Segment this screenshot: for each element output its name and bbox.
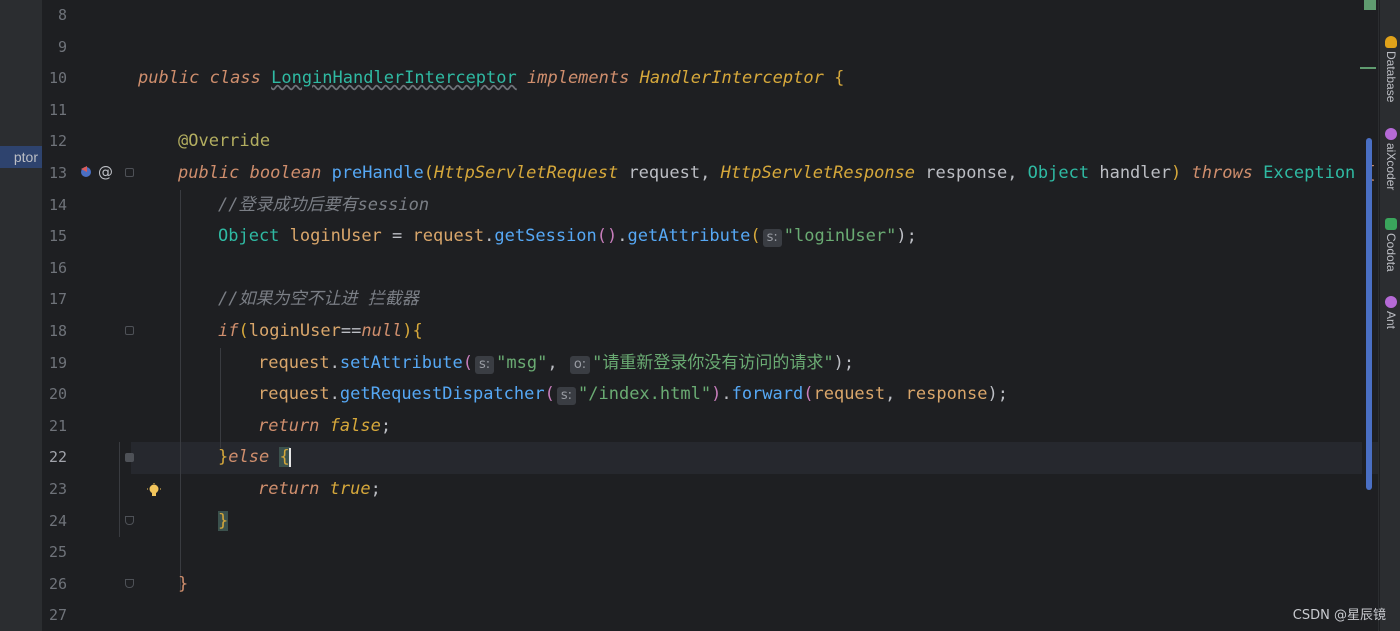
text-caret [288,447,291,467]
line-number: 10 [48,69,67,88]
code-line-10: public class LonginHandlerInterceptor im… [138,68,845,89]
ant-icon [1385,296,1397,308]
code-line-12: @Override [178,131,271,152]
code-line-15: Object loginUser = request.getSession().… [218,226,917,248]
line-number: 19 [48,353,67,372]
error-stripe-marker[interactable] [1360,67,1376,69]
indent-guide [180,190,181,590]
code-line-18: if(loginUser==null){ [218,321,423,341]
aixcoder-icon [1385,128,1397,140]
indent-guide [220,348,221,448]
code-line-21: return false; [258,415,392,436]
code-line-14: //登录成功后要有session [218,194,430,215]
line-number: 18 [48,322,67,340]
fold-toggle-icon[interactable] [125,326,134,335]
project-item-interceptor[interactable]: ptor [0,146,42,168]
right-tool-strip: Database aiXcoder Codota Ant [1379,0,1400,631]
code-line-26: } [178,573,189,594]
line-number-current: 22 [48,448,67,467]
code-line-19: request.setAttribute(s: "msg", o: "请重新登录你没… [258,352,855,374]
line-number: 17 [48,290,67,309]
line-number: 21 [48,416,67,435]
line-number: 12 [48,132,67,151]
line-gutter[interactable]: 8 9 10 11 12 13 14 15 16 17 18 19 20 21 … [43,0,161,631]
tool-window-database[interactable]: Database [1382,36,1400,102]
param-hint: s: [474,355,495,374]
line-number: 16 [48,258,67,277]
line-number: 9 [57,37,67,56]
line-number: 27 [48,606,67,625]
code-line-22: }else { [218,447,291,468]
code-line-23: return true; [258,479,381,499]
code-line-24: } [218,510,229,531]
line-number: 26 [48,574,67,593]
tool-window-ant[interactable]: Ant [1382,296,1400,329]
watermark: CSDN @星辰镜 [1292,608,1386,623]
vertical-scrollbar-thumb[interactable] [1366,138,1372,490]
ide-window: web ptor cation 8 9 10 11 12 13 14 15 16… [0,0,1400,631]
param-hint: s: [762,229,782,248]
line-number: 11 [48,100,67,119]
gutter-icons: @ [77,163,121,184]
param-hint: o: [569,355,591,374]
code-line-13: public boolean preHandle(HttpServletRequ… [178,163,1376,183]
implemented-method-icon[interactable]: @ [77,163,121,181]
param-hint: s: [556,387,577,406]
line-number: 20 [48,385,67,404]
database-icon [1385,36,1397,48]
gutter-separator [119,442,120,537]
tool-window-aixcoder[interactable]: aiXcoder [1382,128,1400,190]
line-number: 13 [48,164,67,182]
code-editor[interactable]: 8 9 10 11 12 13 14 15 16 17 18 19 20 21 … [43,0,1378,631]
line-number: 24 [48,511,67,530]
line-number: 14 [48,195,67,214]
fold-end-icon[interactable] [125,516,134,525]
line-number: 15 [48,227,67,246]
line-number: 8 [57,6,67,24]
line-number: 23 [48,480,67,498]
fold-toggle-icon[interactable] [125,453,134,462]
error-stripe-marker[interactable] [1364,0,1376,10]
code-line-17: //如果为空不让进 拦截器 [218,289,419,310]
project-panel[interactable]: web ptor cation [0,0,43,631]
fold-toggle-icon[interactable] [125,168,134,177]
svg-text:@: @ [98,164,113,180]
code-area[interactable]: public class LonginHandlerInterceptor im… [138,0,1378,631]
fold-end-icon[interactable] [125,579,134,588]
codota-icon [1385,218,1397,230]
code-line-20: request.getRequestDispatcher(s: "/index.h… [258,384,1008,406]
tool-window-codota[interactable]: Codota [1382,218,1400,272]
line-number: 25 [48,543,67,562]
